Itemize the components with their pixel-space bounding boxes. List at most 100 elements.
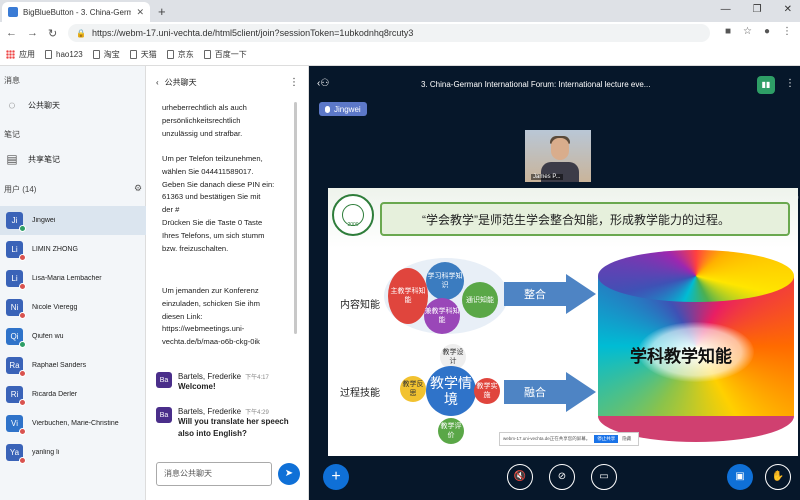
user-list-item[interactable]: Li Lisa-Maria Lembacher	[0, 264, 146, 293]
screen-share-icon: ▭	[599, 471, 609, 482]
send-button[interactable]: ➤	[278, 463, 300, 485]
desktop-share-button[interactable]: ▣	[727, 464, 753, 490]
page-icon	[129, 50, 137, 59]
presentation-slide: 2000 “学会教学”是师范生学会整合知能，形成教学能力的过程。 内容知能 过程…	[328, 188, 798, 456]
minimize-icon[interactable]: —	[721, 4, 731, 15]
fuse-arrow: 融合	[504, 372, 596, 412]
notes-title: 笔记	[4, 130, 20, 139]
browser-tab[interactable]: BigBlueButton - 3. China-Germ ✕	[2, 2, 150, 22]
bookmark-baidu[interactable]: 百度一下	[203, 49, 247, 60]
user-name: Nicole Vieregg	[32, 304, 78, 311]
chat-message-input[interactable]: 消息公共聊天	[156, 462, 272, 486]
chat-scrollbar[interactable]	[294, 102, 297, 334]
gear-icon[interactable]: ⚙	[134, 183, 142, 194]
stop-sharing-button[interactable]: 停止共享	[594, 435, 619, 443]
actions-button[interactable]: +	[323, 464, 349, 490]
chat-message: Ba Bartels, Frederike 下午4:17 Welcome!	[156, 372, 301, 393]
window-controls: — ❐ ✕	[721, 4, 792, 15]
welcome-message: urheberrechtlich als auch persönlichkeit…	[162, 103, 247, 138]
screen-share-button[interactable]: ▭	[591, 464, 617, 490]
avatar: Ri	[6, 386, 26, 406]
microphone-status-icon	[19, 370, 26, 377]
user-list-item[interactable]: Li LIMIN ZHONG	[0, 235, 146, 264]
forward-icon[interactable]: →	[27, 27, 38, 40]
tab-title: BigBlueButton - 3. China-Germ	[23, 7, 132, 17]
user-list-item[interactable]: Ri Ricarda Derler	[0, 380, 146, 409]
avatar: Ji	[6, 212, 26, 232]
close-window-icon[interactable]: ✕	[784, 4, 792, 15]
user-list-item[interactable]: Ya yanling li	[0, 438, 146, 467]
avatar: Ya	[6, 444, 26, 464]
chat-header[interactable]: ‹ 公共聊天 ⋮	[146, 66, 309, 98]
bubble-main-subject: 主教学科知能	[388, 268, 428, 324]
chat-options-icon[interactable]: ⋮	[289, 77, 299, 88]
restore-icon[interactable]: ❐	[753, 4, 762, 15]
back-icon[interactable]: ←	[6, 27, 17, 40]
bubble-implementation: 教学实施	[474, 378, 500, 404]
user-list-toggle-icon[interactable]: ‹⚇	[317, 78, 329, 89]
screen-share-notice: webm-17.uni-vechta.de正在共享您的屏幕。 停止共享 隐藏	[499, 432, 639, 446]
shared-notes-item[interactable]: ▤ 共享笔记	[4, 152, 60, 166]
user-name: LIMIN ZHONG	[32, 246, 78, 253]
chat-panel: ‹ 公共聊天 ⋮ urheberrechtlich als auch persö…	[146, 66, 309, 500]
user-list-panel: 消息 ◌ 公共聊天 笔记 ▤ 共享笔记 用户 (14) ⚙ Ji Jingwei L…	[0, 66, 146, 500]
avatar: Qi	[6, 328, 26, 348]
user-name: Vierbuchen, Marie-Christine	[32, 420, 119, 427]
video-button[interactable]: ⊘	[549, 464, 575, 490]
bookmark-taobao[interactable]: 淘宝	[92, 49, 120, 60]
presentation-area: ‹⚇ 3. China-German International Forum: …	[309, 66, 800, 500]
hide-notice-button[interactable]: 隐藏	[622, 436, 631, 442]
bubble-second-subject: 兼教学科知能	[424, 298, 460, 334]
bubble-learning-science: 学习科学知识	[426, 262, 464, 300]
public-chat-item[interactable]: ◌ 公共聊天	[4, 98, 60, 112]
bookmark-jd[interactable]: 京东	[166, 49, 194, 60]
user-list-item[interactable]: Ra Raphael Sanders	[0, 351, 146, 380]
phone-info-message: Um per Telefon teilzunehmen, wählen Sie …	[162, 154, 275, 253]
user-list-item[interactable]: Qi Qiufen wu	[0, 322, 146, 351]
meeting-title: 3. China-German International Forum: Int…	[421, 80, 651, 89]
url-text: https://webm-17.uni-vechta.de/html5clien…	[91, 28, 414, 38]
user-list: Ji Jingwei Li LIMIN ZHONG Li Lisa-Maria Lemba…	[0, 206, 146, 467]
university-seal-icon: 2000	[332, 194, 374, 236]
microphone-status-icon	[19, 399, 26, 406]
user-list-item[interactable]: Vi Vierbuchen, Marie-Christine	[0, 409, 146, 438]
reload-icon[interactable]: ↻	[48, 27, 57, 40]
knowledge-cylinder: 学科教学知能	[598, 250, 794, 442]
user-name: Lisa-Maria Lembacher	[32, 275, 102, 282]
lock-icon: 🔒	[76, 28, 86, 38]
message-author: Bartels, Frederike	[178, 372, 242, 381]
profile-icon[interactable]: ●	[764, 26, 770, 37]
new-tab-icon[interactable]: +	[158, 4, 166, 19]
bubble-reflection: 教学反思	[400, 376, 426, 402]
bookmark-hao123[interactable]: hao123	[45, 50, 83, 59]
bookmark-apps[interactable]: 应用	[6, 49, 35, 60]
avatar: Ra	[6, 357, 26, 377]
user-list-item[interactable]: Ji Jingwei	[0, 206, 146, 235]
avatar: Ba	[156, 407, 172, 423]
url-field[interactable]: 🔒 https://webm-17.uni-vechta.de/html5cli…	[68, 24, 710, 42]
invite-message: Um jemanden zur Konferenz einzuladen, sc…	[162, 286, 260, 347]
bookmark-tmall[interactable]: 天猫	[129, 49, 157, 60]
menu-dots-icon[interactable]: ⋮	[782, 26, 792, 37]
options-menu-icon[interactable]: ⋮	[785, 78, 795, 89]
address-bar-row: ← → ↻ 🔒 https://webm-17.uni-vechta.de/ht…	[0, 22, 800, 44]
mute-audio-button[interactable]: 🔇	[507, 464, 533, 490]
bubble-teaching-context: 教学情境	[426, 366, 476, 416]
camera-icon[interactable]: ■	[725, 26, 731, 37]
close-tab-icon[interactable]: ✕	[136, 7, 144, 18]
hand-icon: ✋	[771, 471, 785, 482]
microphone-status-icon	[19, 457, 26, 464]
chevron-left-icon[interactable]: ‹	[156, 78, 159, 87]
message-time: 下午4:17	[245, 375, 269, 381]
star-icon[interactable]: ☆	[743, 26, 752, 37]
user-list-item[interactable]: Ni Nicole Vieregg	[0, 293, 146, 322]
message-author: Bartels, Frederike	[178, 407, 242, 416]
webcam-video[interactable]: James P...	[525, 130, 591, 182]
raise-hand-button[interactable]: ✋	[765, 464, 791, 490]
message-text: Welcome!	[178, 382, 216, 391]
connection-status-icon[interactable]: ▮▮	[757, 76, 775, 94]
row-label-process: 过程技能	[340, 388, 380, 399]
message-text: Will you translate her speech also into …	[178, 417, 289, 438]
page-icon	[92, 50, 100, 59]
webcam-user-label: James P...	[531, 174, 563, 180]
